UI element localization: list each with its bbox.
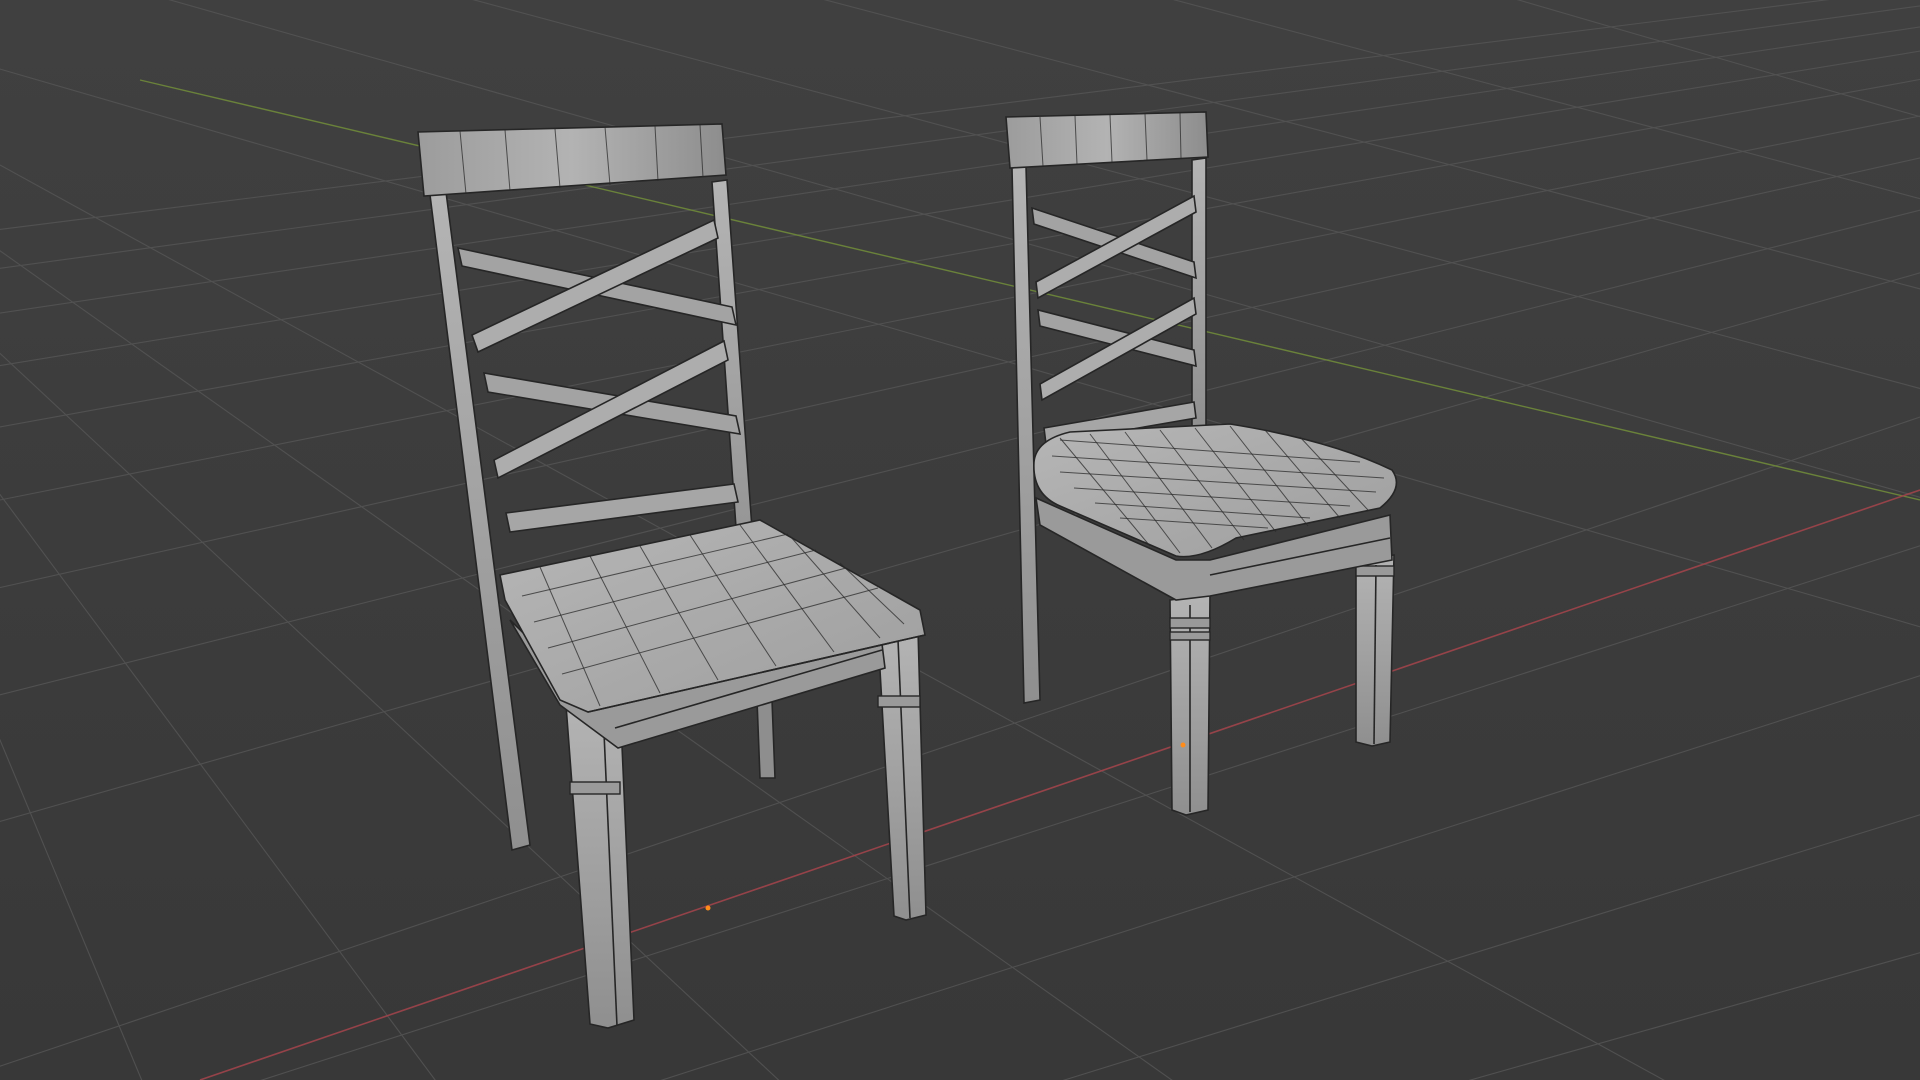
origin-point-left <box>705 905 711 911</box>
viewport-background <box>0 0 1920 1080</box>
chair-left-rear-leg <box>756 699 776 779</box>
origin-point-right <box>1180 742 1186 748</box>
3d-viewport[interactable] <box>0 0 1920 1080</box>
